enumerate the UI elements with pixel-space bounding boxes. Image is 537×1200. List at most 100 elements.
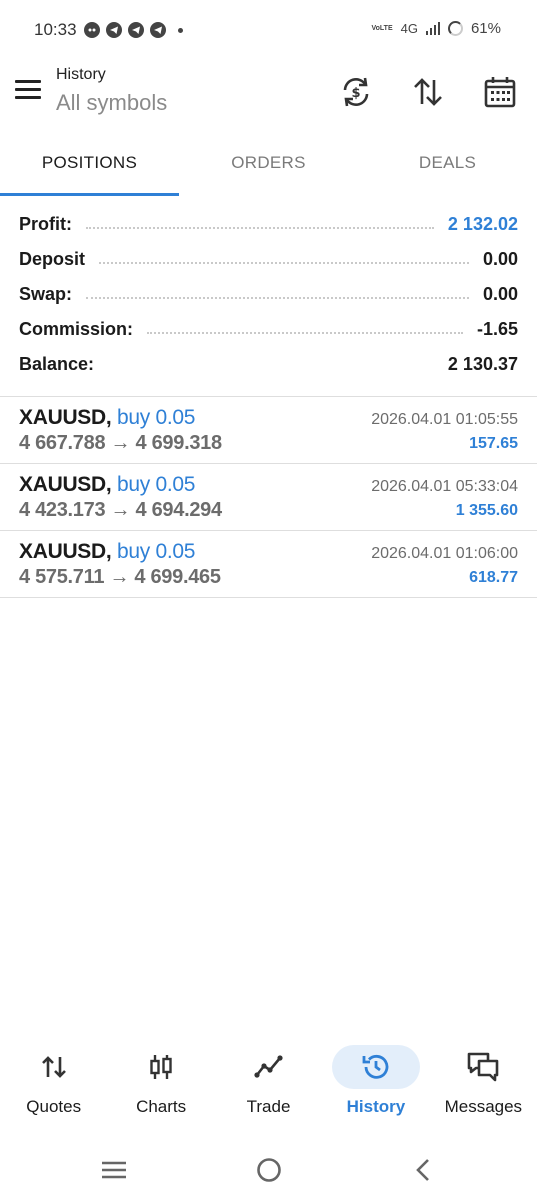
home-circle-icon (257, 1158, 281, 1182)
symbol-filter[interactable]: All symbols (56, 90, 167, 116)
nav-label: Quotes (26, 1097, 82, 1116)
candlestick-icon (150, 1055, 172, 1079)
volte-label: VoLTE (371, 24, 393, 32)
svg-text:$: $ (351, 86, 360, 101)
close-price: 4 699.318 (135, 432, 223, 454)
position-profit: 157.65 (469, 435, 518, 452)
position-time: 2026.04.01 01:06:00 (371, 545, 518, 562)
currency-exchange-button[interactable]: $ (334, 70, 378, 114)
menu-icon[interactable] (15, 80, 41, 102)
history-tabs: POSITIONS ORDERS DEALS (0, 130, 537, 196)
position-row[interactable]: XAUUSD, buy 0.05 4 667.788 → 4 699.318 2… (0, 397, 537, 464)
nav-icon-container (439, 1045, 527, 1089)
recent-apps-icon (102, 1161, 126, 1179)
position-symbol: XAUUSD (19, 406, 106, 429)
messages-icon (468, 1052, 499, 1082)
tab-orders[interactable]: ORDERS (179, 130, 358, 196)
home-button[interactable] (249, 1152, 289, 1188)
status-time: 10:33 (34, 20, 77, 39)
system-navigation (0, 1140, 537, 1200)
sort-icon (414, 78, 442, 106)
position-type: buy 0.05 (116, 540, 196, 563)
nav-label: Messages (444, 1097, 523, 1116)
nav-label: History (346, 1097, 406, 1116)
position-time: 2026.04.01 05:33:04 (371, 478, 518, 495)
more-notifications-dot (178, 27, 183, 33)
summary-value: 0.00 (482, 249, 518, 269)
summary-value: 2 132.02 (447, 214, 518, 234)
position-symbol: XAUUSD (19, 540, 106, 563)
position-prices: 4 423.173 → 4 694.294 (19, 499, 222, 522)
battery-icon (447, 21, 463, 36)
dotted-leader (99, 261, 469, 264)
notification-icons (84, 22, 183, 38)
open-price: 4 575.711 (19, 566, 105, 588)
tab-deals[interactable]: DEALS (358, 130, 537, 196)
nav-trade[interactable]: Trade (215, 1040, 322, 1126)
summary-row-commission: Commission: -1.65 (0, 312, 537, 347)
summary-label: Deposit (19, 249, 86, 269)
position-profit: 1 355.60 (455, 502, 518, 519)
dotted-leader (86, 226, 434, 229)
signal-icon (425, 22, 440, 35)
nav-messages[interactable]: Messages (430, 1040, 537, 1126)
position-symbol-line: XAUUSD, buy 0.05 (19, 540, 196, 563)
battery-level: 61% (470, 20, 501, 37)
tab-positions[interactable]: POSITIONS (0, 130, 179, 196)
telegram-icon (150, 22, 166, 38)
nav-history[interactable]: History (322, 1040, 429, 1126)
position-prices: 4 667.788 → 4 699.318 (19, 432, 222, 455)
recent-apps-button[interactable] (94, 1152, 134, 1188)
network-type: 4G (400, 21, 418, 36)
position-symbol: XAUUSD (19, 473, 106, 496)
position-symbol-line: XAUUSD, buy 0.05 (19, 406, 196, 429)
summary-row-swap: Swap: 0.00 (0, 277, 537, 312)
back-button[interactable] (403, 1152, 443, 1188)
telegram-icon (128, 22, 144, 38)
nav-icon-container (117, 1045, 205, 1089)
app-header: History All symbols $ (0, 60, 537, 130)
summary-value: 0.00 (482, 284, 518, 304)
price-arrow: → (109, 566, 130, 588)
dotted-leader (86, 296, 469, 299)
position-time: 2026.04.01 01:05:55 (371, 411, 518, 428)
position-type: buy 0.05 (116, 473, 196, 496)
dotted-leader (147, 331, 463, 334)
summary-label: Commission: (19, 319, 134, 339)
history-clock-icon (362, 1054, 389, 1079)
telegram-icon (106, 22, 122, 38)
status-right: VoLTE 4G 61% (371, 20, 501, 37)
status-bar: 10:33 VoLTE 4G 61% (0, 0, 537, 60)
position-row[interactable]: XAUUSD, buy 0.05 4 575.711 → 4 699.465 2… (0, 531, 537, 598)
summary-label: Profit: (19, 214, 72, 234)
currency-exchange-icon: $ (343, 77, 369, 107)
price-arrow: → (110, 432, 131, 454)
app-notification-icon (84, 22, 100, 38)
page-title: History (56, 66, 106, 83)
nav-charts[interactable]: Charts (107, 1040, 214, 1126)
nav-quotes[interactable]: Quotes (0, 1040, 107, 1126)
close-price: 4 694.294 (135, 499, 223, 521)
calendar-icon (484, 77, 516, 108)
nav-label: Charts (136, 1097, 187, 1116)
sort-button[interactable] (406, 70, 450, 114)
position-row[interactable]: XAUUSD, buy 0.05 4 423.173 → 4 694.294 2… (0, 464, 537, 531)
summary-row-balance: Balance: 2 130.37 (0, 347, 537, 382)
open-price: 4 423.173 (19, 499, 106, 521)
position-symbol-line: XAUUSD, buy 0.05 (19, 473, 196, 496)
calendar-button[interactable] (478, 70, 522, 114)
account-summary: Profit: 2 132.02 Deposit 0.00 Swap: 0.00… (0, 207, 537, 382)
dotted-leader (108, 367, 434, 369)
nav-icon-container (225, 1045, 313, 1089)
summary-row-deposit: Deposit 0.00 (0, 242, 537, 277)
back-chevron-icon (416, 1159, 429, 1181)
nav-label: Trade (246, 1097, 291, 1116)
price-arrow: → (110, 499, 131, 521)
position-type: buy 0.05 (116, 406, 196, 429)
summary-value: 2 130.37 (447, 354, 518, 374)
nav-icon-container (10, 1045, 98, 1089)
summary-label: Swap: (19, 284, 73, 304)
trade-line-icon (253, 1055, 283, 1078)
bottom-navigation: Quotes Charts Trade History Messages (0, 1040, 537, 1126)
open-price: 4 667.788 (19, 432, 106, 454)
